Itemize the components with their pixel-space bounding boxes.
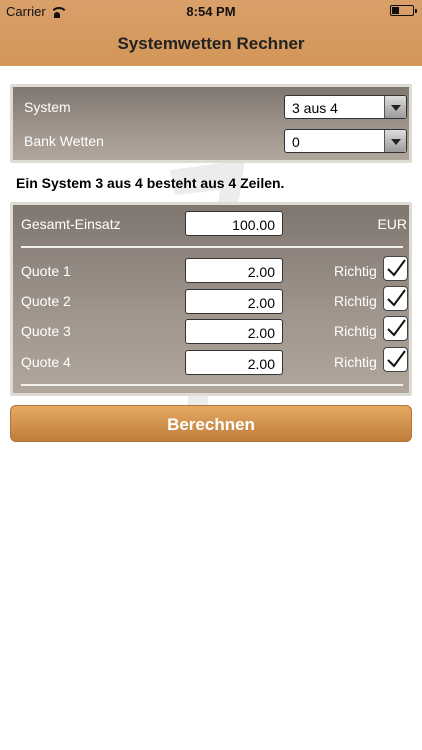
bank-select-value: 0	[292, 134, 300, 150]
quote-panel: Gesamt-Einsatz 100.00 EUR Quote 1 2.00 R…	[10, 202, 412, 396]
quote-4-input[interactable]: 2.00	[185, 350, 283, 375]
system-panel: System 3 aus 4 Bank Wetten 0	[10, 84, 412, 163]
divider	[21, 246, 403, 248]
checkmark-icon	[387, 319, 406, 337]
system-info-text: Ein System 3 aus 4 besteht aus 4 Zeilen.	[16, 175, 285, 191]
quote-1-label: Quote 1	[21, 263, 71, 279]
status-bar: Carrier 8:54 PM	[0, 0, 422, 22]
quote-3-input[interactable]: 2.00	[185, 319, 283, 344]
chevron-down-icon[interactable]	[384, 96, 406, 118]
status-time: 8:54 PM	[186, 4, 236, 19]
quote-1-status: Richtig	[334, 263, 377, 279]
quote-2-status: Richtig	[334, 293, 377, 309]
page-title: Systemwetten Rechner	[117, 34, 305, 53]
quote-4-status: Richtig	[334, 354, 377, 370]
battery-icon	[390, 5, 417, 16]
chevron-down-icon[interactable]	[384, 130, 406, 152]
quote-2-input[interactable]: 2.00	[185, 289, 283, 314]
quote-3-label: Quote 3	[21, 323, 71, 339]
bank-select[interactable]: 0	[284, 129, 407, 153]
stake-label: Gesamt-Einsatz	[21, 216, 121, 232]
checkmark-icon	[387, 289, 406, 307]
quote-2-label: Quote 2	[21, 293, 71, 309]
stake-input[interactable]: 100.00	[185, 211, 283, 236]
navigation-bar: Carrier 8:54 PM Systemwetten Rechner	[0, 0, 422, 66]
currency-label: EUR	[377, 216, 407, 232]
quote-4-checkbox[interactable]	[383, 347, 408, 372]
system-label: System	[24, 99, 71, 115]
system-select-value: 3 aus 4	[292, 100, 338, 116]
quote-1-input[interactable]: 2.00	[185, 258, 283, 283]
quote-3-checkbox[interactable]	[383, 316, 408, 341]
system-select[interactable]: 3 aus 4	[284, 95, 407, 119]
checkmark-icon	[387, 259, 406, 277]
checkmark-icon	[387, 350, 406, 368]
quote-2-checkbox[interactable]	[383, 286, 408, 311]
quote-3-status: Richtig	[334, 323, 377, 339]
bank-label: Bank Wetten	[24, 133, 104, 149]
quote-4-label: Quote 4	[21, 354, 71, 370]
quote-1-checkbox[interactable]	[383, 256, 408, 281]
divider	[21, 384, 403, 386]
calculate-button[interactable]: Berechnen	[10, 405, 412, 442]
